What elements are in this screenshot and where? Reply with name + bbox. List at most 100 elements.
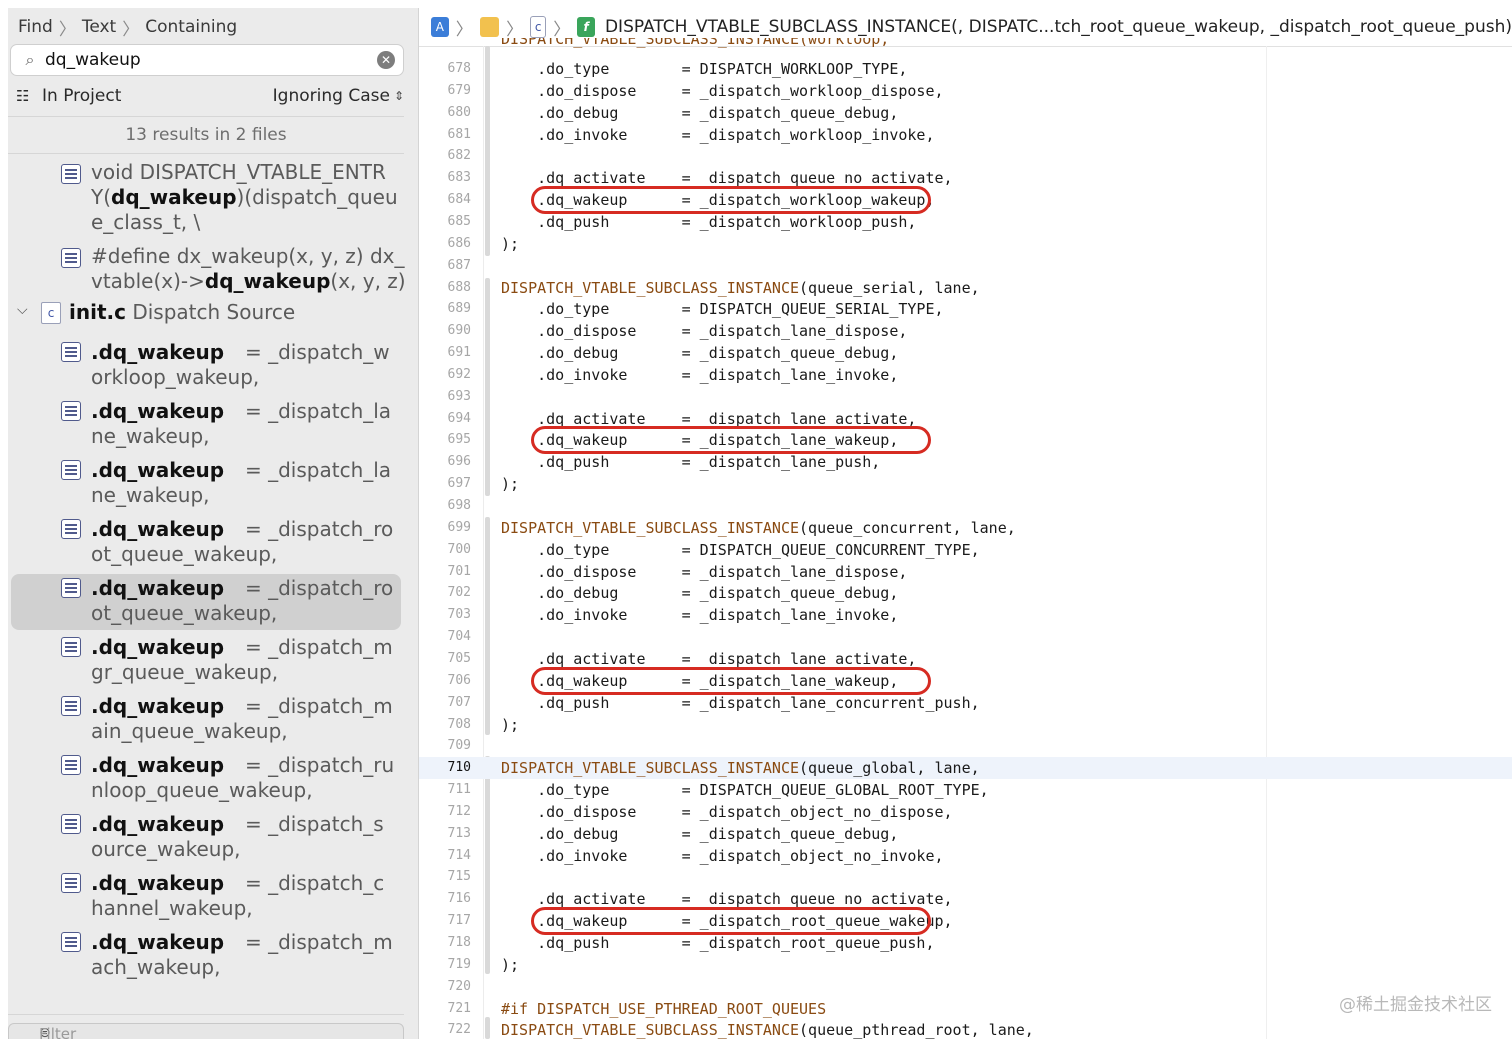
code-line[interactable]: 686); (419, 233, 1512, 255)
search-icon[interactable]: ⌕ (15, 50, 45, 70)
scope-selector[interactable]: In Project (42, 86, 121, 106)
chevron-right-icon: 〉 (455, 19, 473, 40)
code-token: .do_dispose = _dispatch_lane_dispose, (501, 322, 908, 341)
code-line[interactable]: 713 .do_debug = _dispatch_queue_debug, (419, 823, 1512, 845)
result-file-group[interactable]: ⌵ c init.c Dispatch Source (11, 300, 401, 326)
result-row[interactable]: .dq_wakeup = _dispatch_m ain_queue_wakeup, (11, 692, 401, 748)
result-line: .dq_wakeup = _dispatch_la (91, 399, 391, 424)
search-input[interactable]: dq_wakeup (45, 50, 377, 70)
code-line[interactable]: 714 .do_invoke = _dispatch_object_no_inv… (419, 845, 1512, 867)
code-line[interactable]: 715 (419, 866, 1512, 888)
result-row[interactable]: .dq_wakeup = _dispatch_m gr_queue_wakeup, (11, 633, 401, 689)
code-line[interactable]: 687 (419, 255, 1512, 277)
code-line[interactable]: 700 .do_type = DISPATCH_QUEUE_CONCURRENT… (419, 539, 1512, 561)
code-line[interactable]: 689 .do_type = DISPATCH_QUEUE_SERIAL_TYP… (419, 298, 1512, 320)
code-text: ); (501, 954, 519, 976)
code-token: ); (501, 234, 520, 253)
result-row[interactable]: .dq_wakeup = _dispatch_s ource_wakeup, (11, 810, 401, 866)
code-line[interactable]: 710 DISPATCH_VTABLE_SUBCLASS_INSTANCE(que… (419, 757, 1512, 780)
jumpbar-symbol[interactable]: DISPATCH_VTABLE_SUBCLASS_INSTANCE(, DISP… (605, 17, 1512, 37)
result-row[interactable]: void DISPATCH_VTABLE_ENTR Y(dq_wakeup)(di… (11, 160, 401, 238)
line-number: 712 (447, 803, 471, 819)
code-line[interactable]: 709 (419, 735, 1512, 757)
code-line[interactable]: 680 .do_debug = _dispatch_queue_debug, (419, 102, 1512, 124)
macro-token: DISPATCH_VTABLE_SUBCLASS_INSTANCE (501, 278, 800, 297)
code-line[interactable]: 682 (419, 145, 1512, 167)
case-sensitivity-selector[interactable]: Ignoring Case (273, 86, 390, 106)
project-icon[interactable]: A (431, 17, 449, 37)
result-row[interactable]: .dq_wakeup = _dispatch_w orkloop_wakeup, (11, 338, 401, 394)
code-line[interactable]: 693 (419, 386, 1512, 408)
source-editor[interactable]: A 〉 〉 c 〉 f DISPATCH_VTABLE_SUBCLASS_INS… (419, 8, 1512, 1039)
macro-token: DISPATCH_VTABLE_SUBCLASS_INSTANCE (501, 759, 800, 778)
clear-search-icon[interactable]: ✕ (377, 51, 395, 69)
filter-input[interactable]: Filter (39, 1025, 76, 1039)
c-file-icon[interactable]: c (530, 16, 547, 38)
crumb-text[interactable]: Text (82, 17, 116, 37)
crumb-find[interactable]: Find (18, 17, 53, 37)
document-icon (61, 248, 81, 268)
code-line[interactable]: 679 .do_dispose = _dispatch_workloop_dis… (419, 80, 1512, 102)
result-line: .dq_wakeup = _dispatch_c (91, 871, 391, 896)
code-line[interactable]: 708); (419, 714, 1512, 736)
line-number: 699 (447, 519, 471, 535)
code-line[interactable]: 704 (419, 626, 1512, 648)
result-row[interactable]: .dq_wakeup = _dispatch_ro ot_queue_wakeup, (11, 574, 401, 630)
result-line: .dq_wakeup = _dispatch_m (91, 694, 393, 719)
code-line[interactable]: 697); (419, 473, 1512, 495)
folder-icon[interactable] (479, 17, 500, 37)
updown-chevron-icon[interactable]: ⇕ (394, 89, 404, 103)
code-line[interactable]: 696 .dq_push = _dispatch_lane_push, (419, 451, 1512, 473)
code-token: .dq_activate = _dispatch_queue_no_activa… (501, 169, 953, 188)
code-token: .do_type = DISPATCH_QUEUE_CONCURRENT_TYP… (501, 540, 980, 559)
code-token: (queue_global, lane, (799, 759, 980, 778)
code-line[interactable]: 718 .dq_push = _dispatch_root_queue_push… (419, 932, 1512, 954)
code-line[interactable]: 691 .do_debug = _dispatch_queue_debug, (419, 342, 1512, 364)
code-line[interactable]: 685 .dq_push = _dispatch_workloop_push, (419, 211, 1512, 233)
result-row[interactable]: .dq_wakeup = _dispatch_ru nloop_queue_wake… (11, 751, 401, 807)
file-group-label: init.c Dispatch Source (69, 300, 295, 324)
code-line[interactable]: 701 .do_dispose = _dispatch_lane_dispose… (419, 561, 1512, 583)
code-line[interactable]: 699 DISPATCH_VTABLE_SUBCLASS_INSTANCE(que… (419, 517, 1512, 539)
result-row[interactable]: #define dx_wakeup(x, y, z) dx_ vtable(x)-… (11, 244, 406, 298)
result-row[interactable]: .dq_wakeup = _dispatch_m ach_wakeup, (11, 928, 401, 984)
search-field[interactable]: ⌕ dq_wakeup ✕ (10, 44, 404, 76)
result-text: .dq_wakeup = _dispatch_m ain_queue_wakeup, (91, 694, 393, 744)
line-number: 721 (447, 1000, 471, 1016)
result-line: e_class_t, \ (91, 210, 391, 235)
code-token: .do_dispose = _dispatch_object_no_dispos… (501, 802, 953, 821)
code-line[interactable]: 702 .do_debug = _dispatch_queue_debug, (419, 582, 1512, 604)
line-number: 683 (447, 170, 471, 186)
code-line[interactable]: 722 DISPATCH_VTABLE_SUBCLASS_INSTANCE(que… (419, 1019, 1512, 1041)
code-line[interactable]: 707 .dq_push = _dispatch_lane_concurrent… (419, 692, 1512, 714)
result-text: .dq_wakeup = _dispatch_la ne_wakeup, (91, 458, 391, 508)
macro-token: #if DISPATCH_USE_PTHREAD_ROOT_QUEUES (501, 999, 827, 1018)
disclosure-triangle-icon[interactable]: ⌵ (17, 302, 28, 318)
result-row[interactable]: .dq_wakeup = _dispatch_c hannel_wakeup, (11, 869, 401, 925)
crumb-containing[interactable]: Containing (145, 17, 237, 37)
result-row[interactable]: .dq_wakeup = _dispatch_la ne_wakeup, (11, 397, 401, 453)
line-number: 711 (447, 782, 471, 798)
code-line[interactable]: 678 .do_type = DISPATCH_WORKLOOP_TYPE, (419, 58, 1512, 80)
macro-token: DISPATCH_VTABLE_SUBCLASS_INSTANCE (501, 1021, 800, 1040)
result-text: .dq_wakeup = _dispatch_w orkloop_wakeup, (91, 340, 391, 390)
filter-field[interactable]: ⊜ Filter (8, 1023, 404, 1039)
code-line[interactable]: 698 (419, 495, 1512, 517)
code-line[interactable]: 711 .do_type = DISPATCH_QUEUE_GLOBAL_ROO… (419, 779, 1512, 801)
code-line[interactable]: 692 .do_invoke = _dispatch_lane_invoke, (419, 364, 1512, 386)
code-token: (queue_pthread_root, lane, (799, 1021, 1034, 1040)
result-snippet: ot_queue_wakeup, (91, 542, 278, 566)
result-line: ne_wakeup, (91, 483, 391, 508)
result-row[interactable]: .dq_wakeup = _dispatch_la ne_wakeup, (11, 456, 401, 512)
result-row[interactable]: .dq_wakeup = _dispatch_ro ot_queue_wakeup, (11, 515, 401, 571)
find-breadcrumb[interactable]: Find 〉 Text 〉 Containing (18, 14, 237, 40)
result-line: ot_queue_wakeup, (91, 601, 391, 626)
code-line[interactable]: 690 .do_dispose = _dispatch_lane_dispose… (419, 320, 1512, 342)
result-match: dq_wakeup (204, 269, 331, 293)
result-snippet: hannel_wakeup, (91, 896, 253, 920)
code-line[interactable]: 719); (419, 954, 1512, 976)
code-line[interactable]: 712 .do_dispose = _dispatch_object_no_di… (419, 801, 1512, 823)
code-line[interactable]: 681 .do_invoke = _dispatch_workloop_invo… (419, 124, 1512, 146)
code-line[interactable]: 688 DISPATCH_VTABLE_SUBCLASS_INSTANCE(que… (419, 277, 1512, 299)
code-line[interactable]: 703 .do_invoke = _dispatch_lane_invoke, (419, 604, 1512, 626)
